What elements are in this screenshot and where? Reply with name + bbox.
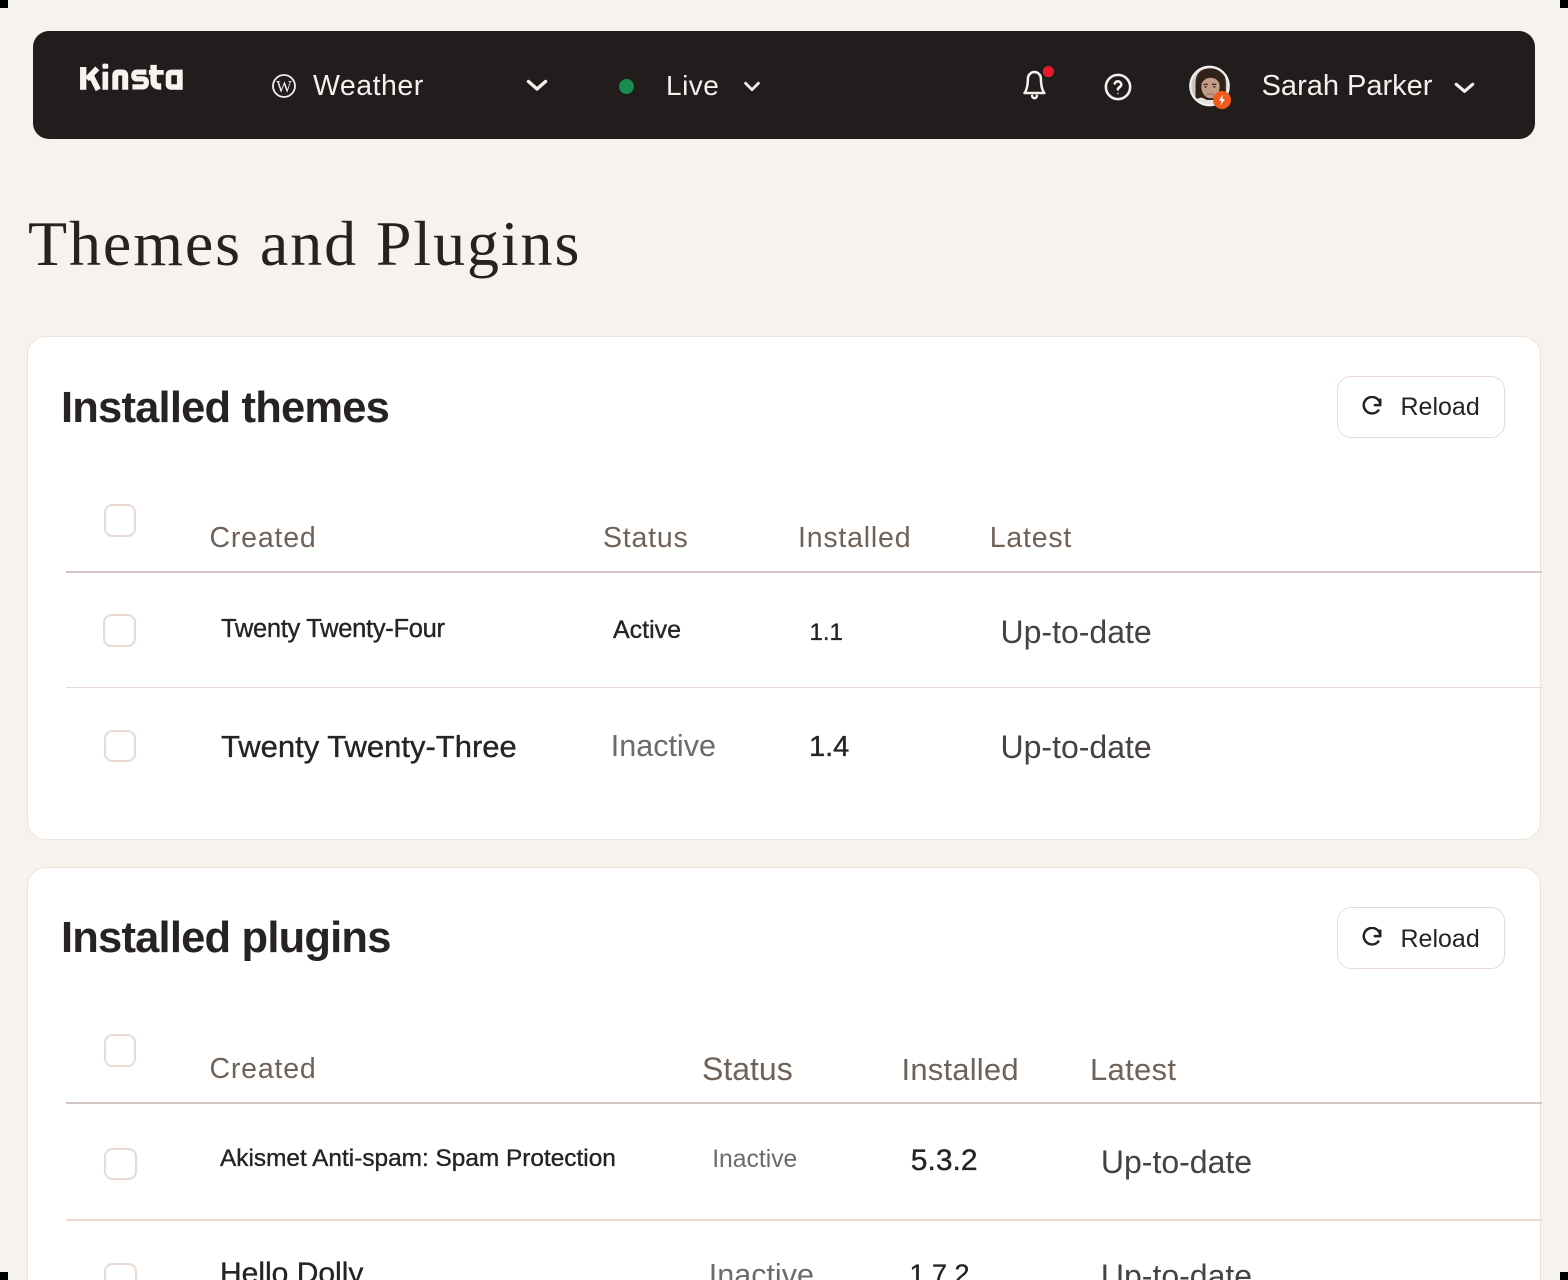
svg-text:W: W <box>276 77 292 96</box>
